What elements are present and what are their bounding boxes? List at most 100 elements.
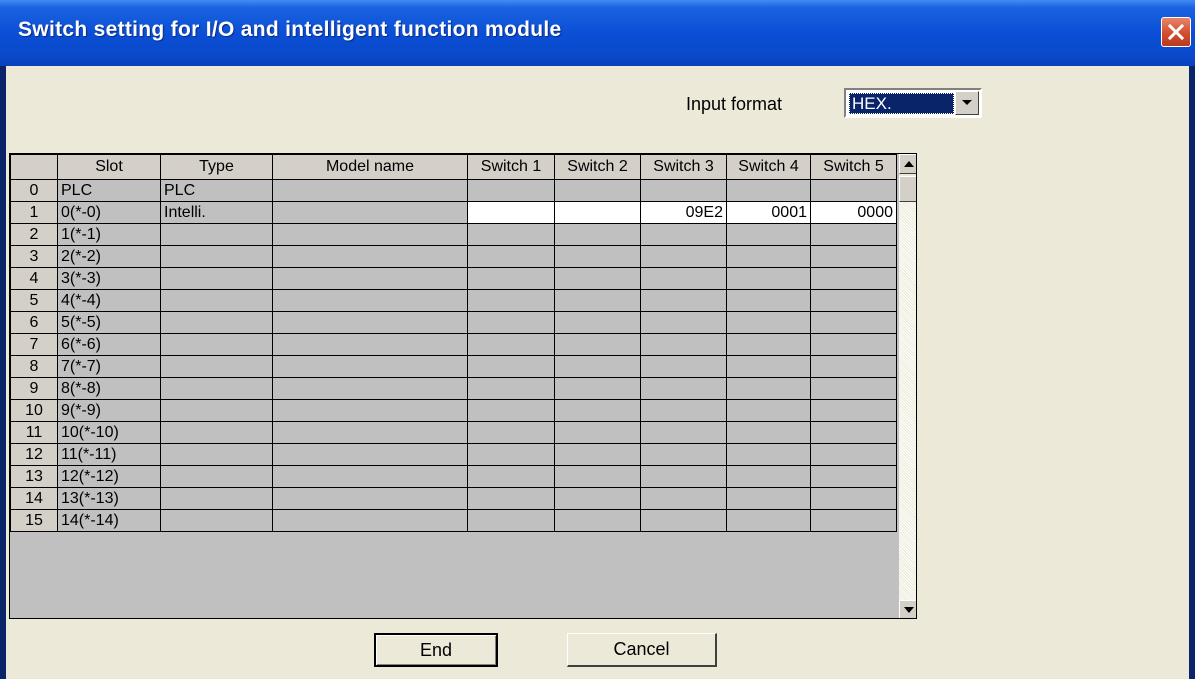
row-number: 1 [10, 201, 58, 224]
table-body: 0 PLC PLC 1 0(*-0) Intelli. 09E2 0001 0000 2 1(*-1… [10, 179, 897, 532]
type-cell [160, 245, 273, 268]
switch4-cell [726, 355, 811, 378]
switch3-cell [640, 179, 727, 202]
slot-cell: 6(*-6) [57, 333, 161, 356]
input-format-dropdown-button[interactable] [955, 91, 979, 115]
type-cell: Intelli. [160, 201, 273, 224]
switch2-cell [554, 399, 641, 422]
switch4-cell[interactable]: 0001 [726, 201, 811, 224]
row-number: 12 [10, 443, 58, 466]
slot-cell: 12(*-12) [57, 465, 161, 488]
switch5-cell [810, 465, 897, 488]
model-name-cell [272, 487, 468, 510]
close-button[interactable] [1161, 17, 1191, 47]
type-cell [160, 267, 273, 290]
dialog-window: Switch setting for I/O and intelligent f… [0, 0, 1195, 679]
switch4-cell [726, 179, 811, 202]
column-header: Slot [57, 154, 161, 180]
cancel-button[interactable]: Cancel [567, 633, 717, 667]
type-cell [160, 443, 273, 466]
model-name-cell [272, 223, 468, 246]
switch2-cell [554, 179, 641, 202]
model-name-cell [272, 333, 468, 356]
row-number: 15 [10, 509, 58, 532]
switch1-cell [467, 355, 555, 378]
model-name-cell [272, 245, 468, 268]
switch4-cell [726, 267, 811, 290]
switch3-cell [640, 487, 727, 510]
scroll-up-button[interactable] [899, 154, 916, 174]
switch5-cell[interactable]: 0000 [810, 201, 897, 224]
switch5-cell [810, 377, 897, 400]
arrow-down-icon [904, 607, 914, 613]
switch3-cell [640, 443, 727, 466]
column-header: Model name [272, 154, 468, 180]
model-name-cell [272, 311, 468, 334]
switch5-cell [810, 289, 897, 312]
switch3-cell [640, 465, 727, 488]
slot-cell: 0(*-0) [57, 201, 161, 224]
switch3-cell [640, 245, 727, 268]
type-cell [160, 311, 273, 334]
model-name-cell [272, 179, 468, 202]
switch2-cell[interactable] [554, 201, 641, 224]
table-row: 8 7(*-7) [10, 355, 897, 378]
slot-cell: 11(*-11) [57, 443, 161, 466]
input-format-value[interactable]: HEX. [849, 93, 954, 114]
switch1-cell [467, 487, 555, 510]
type-cell [160, 355, 273, 378]
switch3-cell [640, 311, 727, 334]
type-cell [160, 377, 273, 400]
switch2-cell [554, 421, 641, 444]
switch3-cell[interactable]: 09E2 [640, 201, 727, 224]
model-name-cell [272, 355, 468, 378]
switch1-cell [467, 443, 555, 466]
switch5-cell [810, 421, 897, 444]
switch5-cell [810, 179, 897, 202]
input-format-label: Input format [686, 94, 783, 114]
switch3-cell [640, 267, 727, 290]
table-row: 2 1(*-1) [10, 223, 897, 246]
title-bar[interactable]: Switch setting for I/O and intelligent f… [0, 0, 1195, 66]
switch2-cell [554, 487, 641, 510]
column-header: Switch 4 [726, 154, 811, 180]
switch1-cell [467, 245, 555, 268]
scroll-down-button[interactable] [899, 600, 916, 618]
scroll-track[interactable] [899, 202, 916, 600]
column-header: Switch 5 [810, 154, 897, 180]
switch4-cell [726, 443, 811, 466]
switch2-cell [554, 355, 641, 378]
model-name-cell [272, 201, 468, 224]
switch1-cell [467, 311, 555, 334]
switch1-cell[interactable] [467, 201, 555, 224]
type-cell: PLC [160, 179, 273, 202]
switch3-cell [640, 509, 727, 532]
end-button[interactable]: End [374, 633, 498, 667]
row-number: 11 [10, 421, 58, 444]
switch4-cell [726, 487, 811, 510]
switch3-cell [640, 355, 727, 378]
model-name-cell [272, 289, 468, 312]
type-cell [160, 509, 273, 532]
input-format-select[interactable]: HEX. [844, 88, 982, 118]
table-row: 5 4(*-4) [10, 289, 897, 312]
model-name-cell [272, 509, 468, 532]
row-number: 14 [10, 487, 58, 510]
table-header-row: Slot Type Model name Switch 1 Switch 2 Switch… [10, 154, 897, 180]
switch-table: Slot Type Model name Switch 1 Switch 2 Switch… [10, 154, 897, 532]
slot-cell: 1(*-1) [57, 223, 161, 246]
scroll-thumb[interactable] [899, 176, 916, 202]
slot-cell: PLC [57, 179, 161, 202]
column-header: Type [160, 154, 273, 180]
slot-cell: 13(*-13) [57, 487, 161, 510]
switch5-cell [810, 267, 897, 290]
model-name-cell [272, 443, 468, 466]
vertical-scrollbar[interactable] [899, 154, 916, 618]
switch4-cell [726, 399, 811, 422]
switch5-cell [810, 333, 897, 356]
switch1-cell [467, 377, 555, 400]
row-number: 9 [10, 377, 58, 400]
switch2-cell [554, 443, 641, 466]
switch3-cell [640, 399, 727, 422]
row-number: 2 [10, 223, 58, 246]
